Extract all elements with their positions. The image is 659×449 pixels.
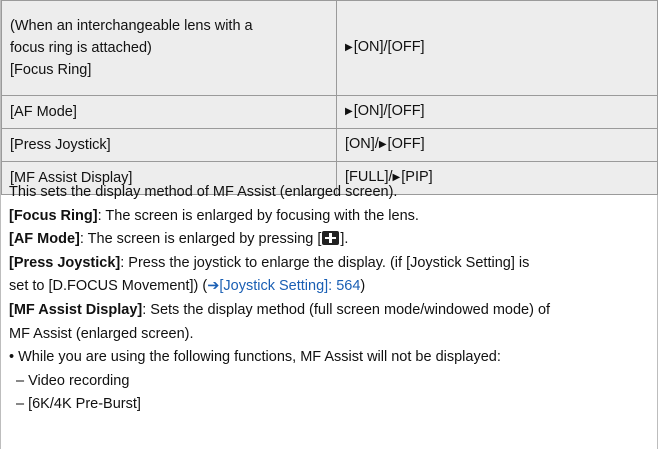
settings-table: (When an interchangeable lens with a foc… (1, 0, 658, 195)
term: [Focus Ring] (9, 207, 98, 224)
note-text: While you are using the following functi… (18, 349, 501, 366)
description: This sets the display method of MF Assis… (9, 181, 654, 417)
mf-assist-description-cont: MF Assist (enlarged screen). (9, 325, 194, 342)
label-line: [Focus Ring] (10, 62, 92, 78)
table-row: [AF Mode] ▶[ON]/[OFF] (1, 95, 658, 129)
setting-value: [ON]/▶[OFF] (336, 128, 658, 162)
press-joystick-description-cont: set to [D.FOCUS Movement]) (➔[Joystick S… (9, 275, 654, 299)
table-row: [Press Joystick] [ON]/▶[OFF] (1, 128, 658, 162)
press-joystick-description: [Press Joystick]: Press the joystick to … (9, 252, 654, 276)
term-text: ]. (340, 231, 349, 248)
focus-ring-description: [Focus Ring]: The screen is enlarged by … (9, 205, 654, 229)
term: [Press Joystick] (9, 254, 121, 271)
setting-value: ▶[ON]/[OFF] (336, 0, 658, 96)
list-item: – Video recording (16, 372, 130, 389)
value-text: [OFF] (387, 136, 425, 152)
joystick-setting-link[interactable]: [Joystick Setting]: 564 (219, 278, 360, 294)
value-text-pre: [ON]/ (345, 136, 379, 152)
term-text: : The screen is enlarged by focusing wit… (97, 207, 419, 224)
af-mode-button-icon (322, 231, 340, 246)
note-item: • While you are using the following func… (9, 346, 654, 370)
term-text: set to [D.FOCUS Movement]) ( (9, 278, 208, 295)
term-text: ) (360, 278, 366, 295)
list-item: – [6K/4K Pre-Burst] (16, 396, 141, 413)
mf-assist-description: [MF Assist Display]: Sets the display me… (9, 299, 654, 323)
default-arrow-icon: ▶ (378, 139, 387, 150)
bullet-icon: • (9, 349, 15, 366)
term-text: : Sets the display method (full screen m… (142, 301, 551, 318)
value-text: [ON]/[OFF] (353, 103, 425, 119)
intro-text: This sets the display method of MF Assis… (9, 184, 398, 200)
value-text: [ON]/[OFF] (353, 39, 425, 55)
document-page: (When an interchangeable lens with a foc… (0, 0, 658, 449)
term-text: : Press the joystick to enlarge the disp… (120, 254, 530, 271)
af-mode-description: [AF Mode]: The screen is enlarged by pre… (9, 228, 654, 252)
setting-label: (When an interchangeable lens with a foc… (1, 0, 337, 96)
table-row: (When an interchangeable lens with a foc… (1, 0, 658, 96)
term: [MF Assist Display] (9, 301, 143, 318)
label-line: focus ring is attached) (10, 40, 152, 56)
label-line: (When an interchangeable lens with a (10, 18, 253, 34)
default-arrow-icon: ▶ (345, 42, 353, 53)
default-arrow-icon: ▶ (345, 106, 353, 117)
arrow-right-icon: ➔ (207, 278, 220, 295)
setting-label: [Press Joystick] (1, 128, 337, 162)
term: [AF Mode] (9, 231, 80, 248)
setting-label: [AF Mode] (1, 95, 337, 129)
term-text: : The screen is enlarged by pressing [ (79, 231, 322, 248)
setting-value: ▶[ON]/[OFF] (336, 95, 658, 129)
